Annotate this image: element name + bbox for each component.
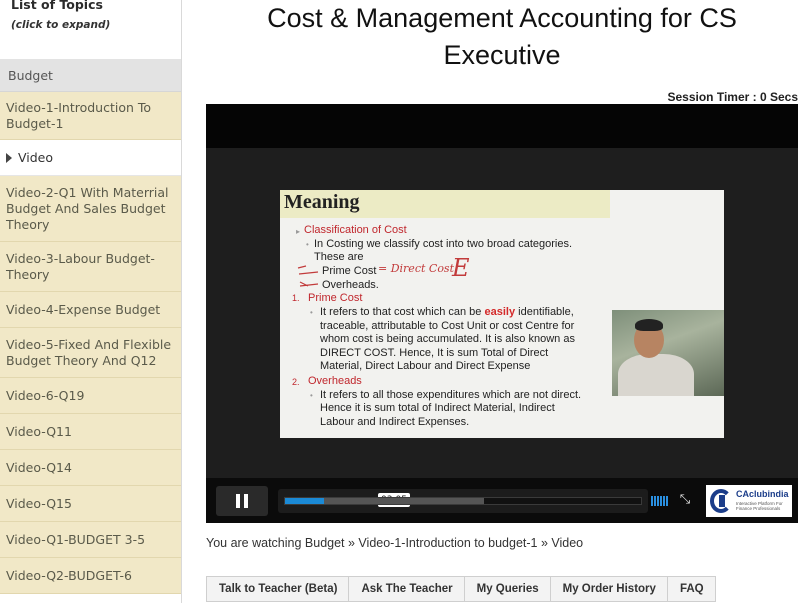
- slide-line: It refers to that cost which can be easi…: [320, 306, 574, 320]
- sidebar-item-label: Video-Q1-BUDGET 3-5: [6, 531, 146, 547]
- sidebar-item-label: Video-Q11: [6, 423, 72, 439]
- tab-ask-the-teacher[interactable]: Ask The Teacher: [349, 577, 465, 601]
- slide-number: 2.: [292, 377, 300, 387]
- caclubindia-logo: CAclubindia Interactive Platform For Fin…: [706, 485, 792, 517]
- topics-sidebar: List of Topics (click to expand) Budget …: [0, 0, 182, 603]
- instructor-hair: [635, 319, 663, 331]
- bullet-icon: •: [310, 391, 313, 400]
- sidebar-item[interactable]: Video-Q11: [0, 414, 181, 450]
- slide-line: Hence it is sum total of Indirect Materi…: [320, 402, 555, 414]
- page: List of Topics (click to expand) Budget …: [0, 0, 800, 603]
- sidebar-item-label: Video-6-Q19: [6, 387, 85, 403]
- sidebar-item[interactable]: Video-Q15: [0, 486, 181, 522]
- tab-faq[interactable]: FAQ: [668, 577, 715, 601]
- slide-line: whom cost is being accumulated. It is al…: [320, 333, 575, 345]
- sidebar-header[interactable]: List of Topics (click to expand): [0, 0, 181, 60]
- page-title-line1: Cost & Management Accounting for CS: [267, 3, 737, 33]
- progress-bar[interactable]: 03:05: [278, 489, 648, 513]
- sidebar-item-label: Video: [18, 149, 54, 165]
- page-title: Cost & Management Accounting for CS Exec…: [206, 0, 798, 74]
- slide-title: Meaning: [284, 191, 360, 213]
- slide-line: Overheads.: [322, 279, 379, 291]
- sidebar-item-label: Video-Q14: [6, 459, 72, 475]
- sidebar-subtitle: (click to expand): [11, 19, 111, 31]
- played-bar: [285, 498, 325, 504]
- bullet-icon: •: [306, 240, 309, 249]
- slide-text: It refers to that cost which can be: [320, 306, 482, 318]
- volume-icon[interactable]: [651, 496, 671, 506]
- progress-track[interactable]: [284, 497, 642, 505]
- slide-highlight: easily: [484, 306, 516, 318]
- sidebar-item[interactable]: Video-1-Introduction To Budget-1: [0, 92, 181, 140]
- slide-line: traceable, attributable to Cost Unit or …: [320, 320, 575, 332]
- breadcrumb: You are watching Budget » Video-1-Introd…: [206, 536, 584, 550]
- sidebar-item-label: Video-1-Introduction To Budget-1: [6, 99, 152, 131]
- sidebar-item[interactable]: Video-Q1-BUDGET 3-5: [0, 522, 181, 558]
- slide-title-bar: Meaning: [280, 190, 610, 218]
- bottom-tabs: Talk to Teacher (Beta) Ask The Teacher M…: [206, 576, 716, 602]
- sidebar-item-label: Video-3-Labour Budget-Theory: [6, 250, 155, 282]
- slide-line: Prime Cost: [308, 292, 363, 304]
- sidebar-item[interactable]: Video-4-Expense Budget: [0, 292, 181, 328]
- sidebar-item-label: Video-Q2-BUDGET-6: [6, 567, 132, 583]
- slide-line: It refers to all those expenditures whic…: [320, 389, 582, 401]
- handwritten-tick-icon: [297, 265, 319, 287]
- slide-line: In Costing we classify cost into two bro…: [314, 238, 573, 250]
- pause-icon: [236, 494, 240, 508]
- slide-line: Labour and Indirect Expenses.: [320, 416, 470, 428]
- sidebar-title: List of Topics: [11, 0, 103, 12]
- sidebar-item[interactable]: Video-2-Q1 With Materrial Budget And Sal…: [0, 176, 181, 242]
- bullet-icon: ▸: [296, 227, 301, 236]
- bullet-icon: •: [310, 308, 313, 317]
- pause-icon-bar: [244, 494, 248, 508]
- sidebar-item-label: Video-5-Fixed And Flexible Budget Theory…: [6, 336, 172, 368]
- sidebar-item-label: Video-4-Expense Budget: [6, 301, 161, 317]
- sidebar-item[interactable]: Video-5-Fixed And Flexible Budget Theory…: [0, 328, 181, 378]
- tab-my-queries[interactable]: My Queries: [465, 577, 551, 601]
- slide-line: Material, Direct Labour and Direct Expen…: [320, 360, 531, 372]
- instructor-body: [618, 354, 694, 396]
- sidebar-item[interactable]: Video-6-Q19: [0, 378, 181, 414]
- sidebar-item-label: Video-2-Q1 With Materrial Budget And Sal…: [6, 184, 169, 232]
- logo-tagline: Interactive Platform For Finance Profess…: [736, 501, 783, 511]
- handwritten-mark: E: [452, 254, 470, 282]
- fullscreen-icon[interactable]: ⤡: [678, 493, 692, 507]
- player-controls: 03:05 ⤡ CAclubindia Interactive Platform…: [206, 478, 798, 523]
- caret-right-icon: [6, 152, 12, 163]
- player-top-bar: [206, 104, 798, 148]
- sidebar-item-active[interactable]: Video: [0, 140, 181, 176]
- page-title-line2: Executive: [443, 40, 561, 70]
- sidebar-item[interactable]: Video-3-Labour Budget-Theory: [0, 242, 181, 292]
- tab-my-order-history[interactable]: My Order History: [551, 577, 668, 601]
- sidebar-item-label: Video-Q15: [6, 495, 72, 511]
- logo-name: CAclubindia: [736, 489, 789, 499]
- slide-line: Prime Cost: [322, 265, 377, 277]
- instructor-webcam: [612, 310, 724, 396]
- sidebar-item[interactable]: Video-Q2-BUDGET-6: [0, 558, 181, 594]
- slide-line: Classification of Cost: [304, 224, 407, 236]
- logo-mark-dot: [719, 495, 725, 507]
- slide-text: identifiable,: [518, 306, 574, 318]
- video-player[interactable]: Meaning ▸ Classification of Cost • In Co…: [206, 104, 798, 523]
- slide-line: Overheads: [308, 375, 362, 387]
- session-timer: Session Timer : 0 Secs: [667, 90, 798, 104]
- pause-button[interactable]: [216, 486, 268, 516]
- video-screen[interactable]: Meaning ▸ Classification of Cost • In Co…: [206, 148, 798, 478]
- sidebar-section-budget[interactable]: Budget: [0, 60, 181, 92]
- handwritten-note: = Direct Cost: [378, 262, 455, 275]
- sidebar-item[interactable]: Video-Q14: [0, 450, 181, 486]
- slide-line: DIRECT COST. Hence, It is sum Total of D…: [320, 347, 549, 359]
- slide-number: 1.: [292, 293, 300, 303]
- tab-talk-to-teacher[interactable]: Talk to Teacher (Beta): [207, 577, 350, 601]
